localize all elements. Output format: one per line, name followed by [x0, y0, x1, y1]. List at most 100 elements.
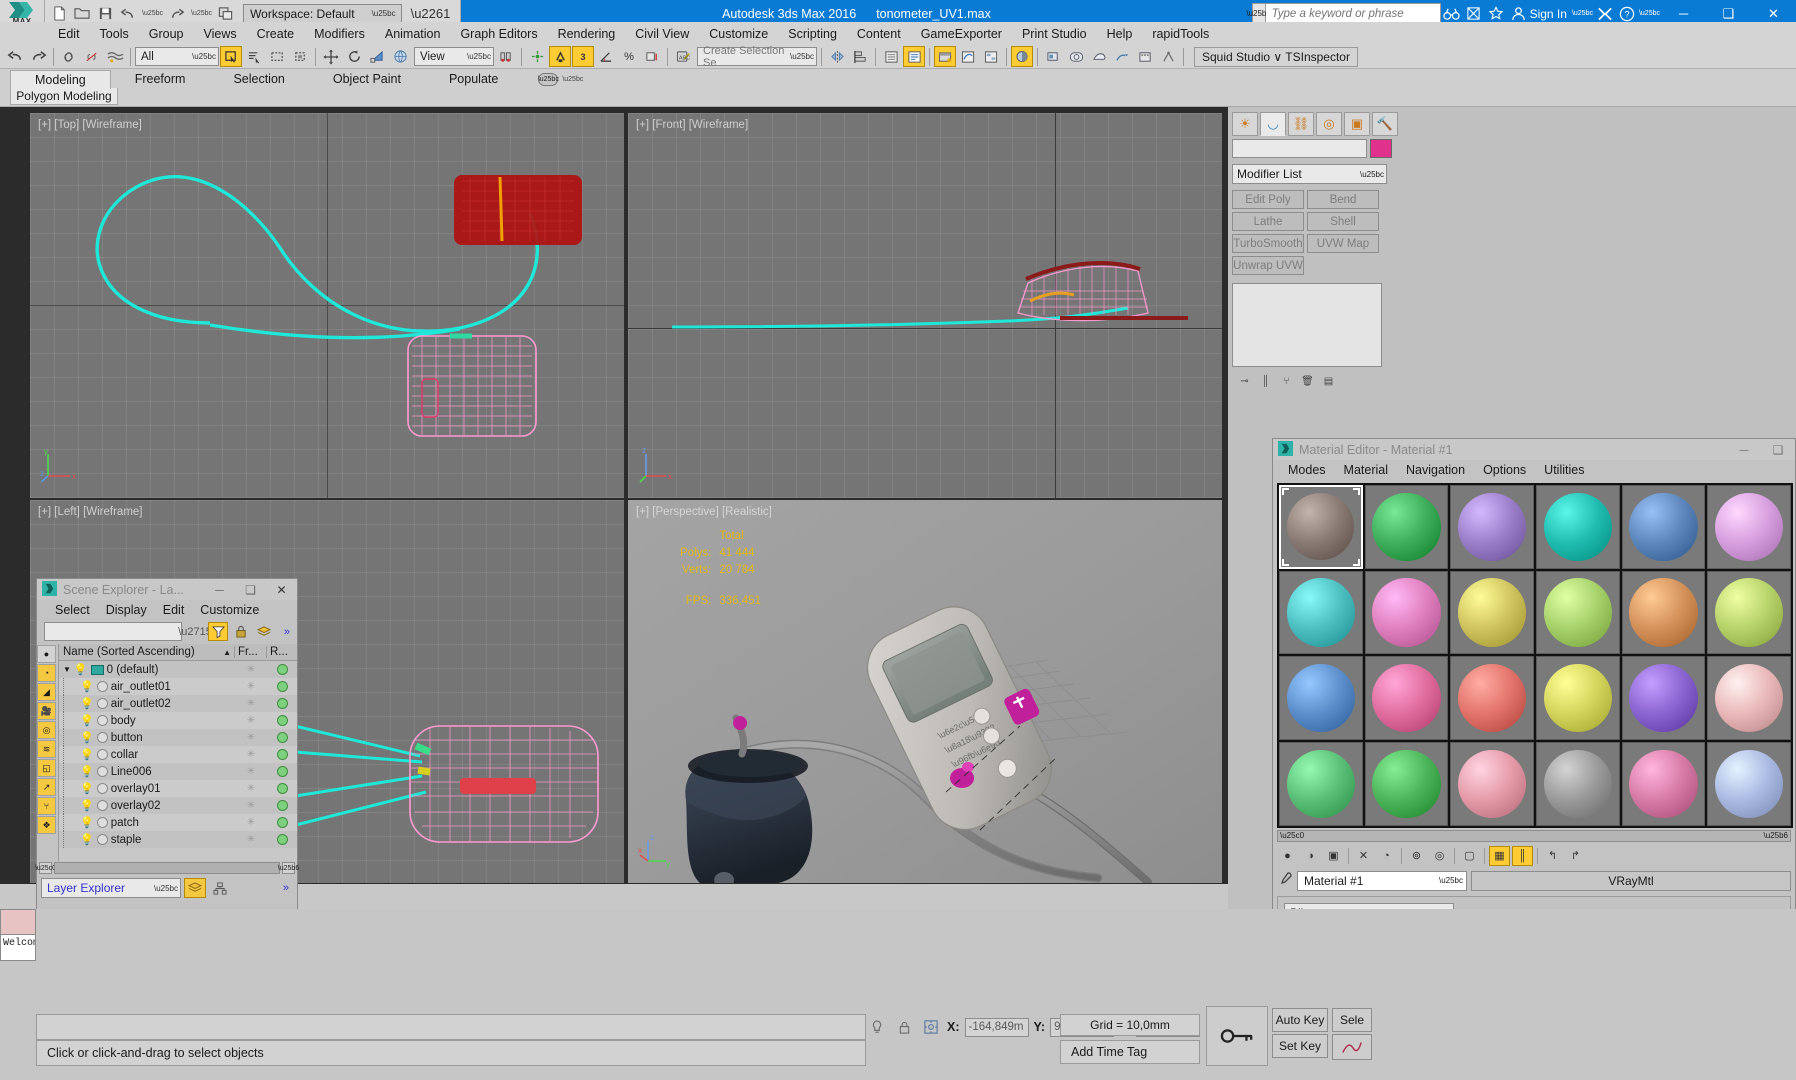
- show-map-in-viewport-icon[interactable]: ▦: [1489, 845, 1510, 866]
- clear-search-icon[interactable]: \u2715: [178, 622, 212, 641]
- assign-material-icon[interactable]: ▣: [1323, 846, 1344, 866]
- light-bulb-icon[interactable]: 💡: [80, 765, 94, 778]
- material-slot-scroll[interactable]: \u25c0 \u25b6: [1277, 829, 1791, 842]
- light-bulb-icon[interactable]: 💡: [80, 782, 94, 795]
- scene-explorer-close[interactable]: ✕: [266, 579, 297, 600]
- spinner-snap-icon[interactable]: [641, 46, 663, 67]
- open-file-icon[interactable]: [72, 4, 92, 24]
- material-editor-maximize[interactable]: ❑: [1761, 439, 1795, 460]
- scene-explorer-row[interactable]: 💡 air_outlet02 ✳: [59, 695, 297, 712]
- scene-hierarchy-icon[interactable]: [209, 878, 231, 898]
- hscroll-track[interactable]: [54, 862, 280, 874]
- workspace-selector[interactable]: Workspace: Default \u25bc: [243, 3, 402, 24]
- scene-explorer-search-input[interactable]: [44, 622, 182, 641]
- redo-dropdown-arrow[interactable]: \u25bc: [191, 10, 212, 17]
- material-slot-23[interactable]: [1621, 742, 1706, 826]
- reference-coord-icon[interactable]: [389, 46, 411, 67]
- make-unique-material-icon[interactable]: ⊚: [1406, 846, 1427, 866]
- menu-item-rendering[interactable]: Rendering: [548, 25, 626, 43]
- hierarchy-tab[interactable]: ⛓: [1288, 112, 1314, 136]
- material-slot-19[interactable]: [1279, 742, 1363, 826]
- plugin-toolbar-label[interactable]: Squid Studio ∨ TSInspector: [1194, 46, 1358, 67]
- chevron-down-icon[interactable]: \u25bc: [1439, 876, 1463, 885]
- menu-item-create[interactable]: Create: [247, 25, 305, 43]
- filter-groups-icon[interactable]: ◱: [37, 759, 56, 777]
- redo-icon[interactable]: [167, 4, 187, 24]
- material-slot-6[interactable]: [1707, 485, 1792, 569]
- menu-item-graph-editors[interactable]: Graph Editors: [450, 25, 547, 43]
- object-color-swatch[interactable]: [1370, 139, 1392, 158]
- row-name-cell[interactable]: ▼ 💡 0 (default): [59, 663, 235, 677]
- project-folder2-icon[interactable]: [1157, 46, 1179, 67]
- filter-bones-icon[interactable]: ⑂: [37, 797, 56, 815]
- scene-explorer-row[interactable]: 💡 overlay01 ✳: [59, 780, 297, 797]
- undo-scene-icon[interactable]: [4, 46, 26, 67]
- material-slot-4[interactable]: [1536, 485, 1620, 569]
- filter-all-icon[interactable]: ❖: [37, 816, 56, 834]
- scene-explorer-overflow[interactable]: »: [284, 626, 294, 638]
- use-pivot-center-icon[interactable]: [495, 46, 517, 67]
- light-bulb-icon[interactable]: 💡: [80, 799, 94, 812]
- project-folder-icon[interactable]: [216, 4, 236, 24]
- light-bulb-icon[interactable]: 💡: [80, 833, 94, 846]
- unlink-selection-icon[interactable]: [81, 46, 103, 67]
- material-editor-menu-material[interactable]: Material: [1335, 462, 1397, 478]
- auto-key-button[interactable]: Auto Key: [1272, 1008, 1328, 1032]
- modifier-button-lathe[interactable]: Lathe: [1232, 212, 1304, 231]
- pin-stack-icon[interactable]: ⊸: [1236, 373, 1253, 390]
- scene-explorer-hscrollbar[interactable]: \u25c0 \u25b6: [35, 861, 299, 875]
- filter-xrefs-icon[interactable]: ↗: [37, 778, 56, 796]
- light-bulb-icon[interactable]: 💡: [80, 816, 94, 829]
- row-render-cell[interactable]: [267, 698, 297, 709]
- align-icon[interactable]: [849, 46, 871, 67]
- render-iterative-icon[interactable]: [1111, 46, 1133, 67]
- chevron-down-icon[interactable]: \u25bc: [790, 52, 814, 61]
- isolate-selection-icon[interactable]: [866, 1016, 888, 1038]
- menu-item-print-studio[interactable]: Print Studio: [1012, 25, 1097, 43]
- ribbon-tab-object-paint[interactable]: Object Paint: [309, 70, 425, 88]
- material-editor-menu-navigation[interactable]: Navigation: [1397, 462, 1474, 478]
- percent-snap-icon[interactable]: %: [618, 46, 640, 67]
- redo-scene-icon[interactable]: [27, 46, 49, 67]
- modifier-button-unwrap-uvw[interactable]: Unwrap UVW: [1232, 256, 1304, 275]
- row-frozen-cell[interactable]: ✳: [235, 817, 267, 828]
- named-selection-set-combo[interactable]: Create Selection Se \u25bc: [697, 45, 817, 69]
- light-bulb-icon[interactable]: 💡: [80, 680, 94, 693]
- row-frozen-cell[interactable]: ✳: [235, 800, 267, 811]
- selection-lock-icon[interactable]: [893, 1016, 915, 1038]
- row-render-cell[interactable]: [267, 817, 297, 828]
- menu-item-views[interactable]: Views: [193, 25, 246, 43]
- scene-explorer-row[interactable]: 💡 body ✳: [59, 712, 297, 729]
- scene-explorer-menu-customize[interactable]: Customize: [192, 602, 267, 618]
- row-name-cell[interactable]: 💡 body: [59, 712, 235, 729]
- rendered-frame-window-icon[interactable]: [1065, 46, 1087, 67]
- menu-item-group[interactable]: Group: [139, 25, 194, 43]
- material-id-channel-icon[interactable]: ▢: [1459, 846, 1480, 866]
- material-slot-10[interactable]: [1536, 570, 1620, 655]
- new-file-icon[interactable]: [49, 4, 69, 24]
- active-shade-icon[interactable]: [1134, 46, 1156, 67]
- ribbon-tab-modeling[interactable]: Modeling: [10, 69, 111, 89]
- chevron-down-icon[interactable]: \u25bc: [192, 52, 216, 61]
- modifier-button-shell[interactable]: Shell: [1307, 212, 1379, 231]
- material-slot-16[interactable]: [1536, 656, 1620, 741]
- scene-explorer-row[interactable]: 💡 collar ✳: [59, 746, 297, 763]
- scene-explorer-menu-display[interactable]: Display: [98, 602, 155, 618]
- ribbon-tab-populate[interactable]: Populate: [425, 70, 522, 88]
- row-name-cell[interactable]: 💡 overlay02: [59, 797, 235, 814]
- chevron-down-icon[interactable]: \u25bc: [538, 72, 559, 86]
- row-frozen-cell[interactable]: ✳: [235, 664, 267, 675]
- material-slot-17[interactable]: [1621, 656, 1706, 741]
- light-bulb-icon[interactable]: 💡: [80, 731, 94, 744]
- row-render-cell[interactable]: [267, 715, 297, 726]
- row-name-cell[interactable]: 💡 patch: [59, 814, 235, 831]
- chevron-down-icon[interactable]: \u25bc: [154, 884, 178, 893]
- key-filters-button[interactable]: [1332, 1034, 1372, 1060]
- material-editor-menu-modes[interactable]: Modes: [1279, 462, 1335, 478]
- light-bulb-icon[interactable]: 💡: [80, 714, 94, 727]
- menu-item-civil-view[interactable]: Civil View: [625, 25, 699, 43]
- go-forward-sibling-icon[interactable]: ↱: [1565, 846, 1586, 866]
- column-header-name[interactable]: Name (Sorted Ascending) ▲: [59, 646, 235, 658]
- scroll-right-icon[interactable]: \u25b6: [278, 862, 299, 874]
- filter-icon[interactable]: [208, 622, 228, 641]
